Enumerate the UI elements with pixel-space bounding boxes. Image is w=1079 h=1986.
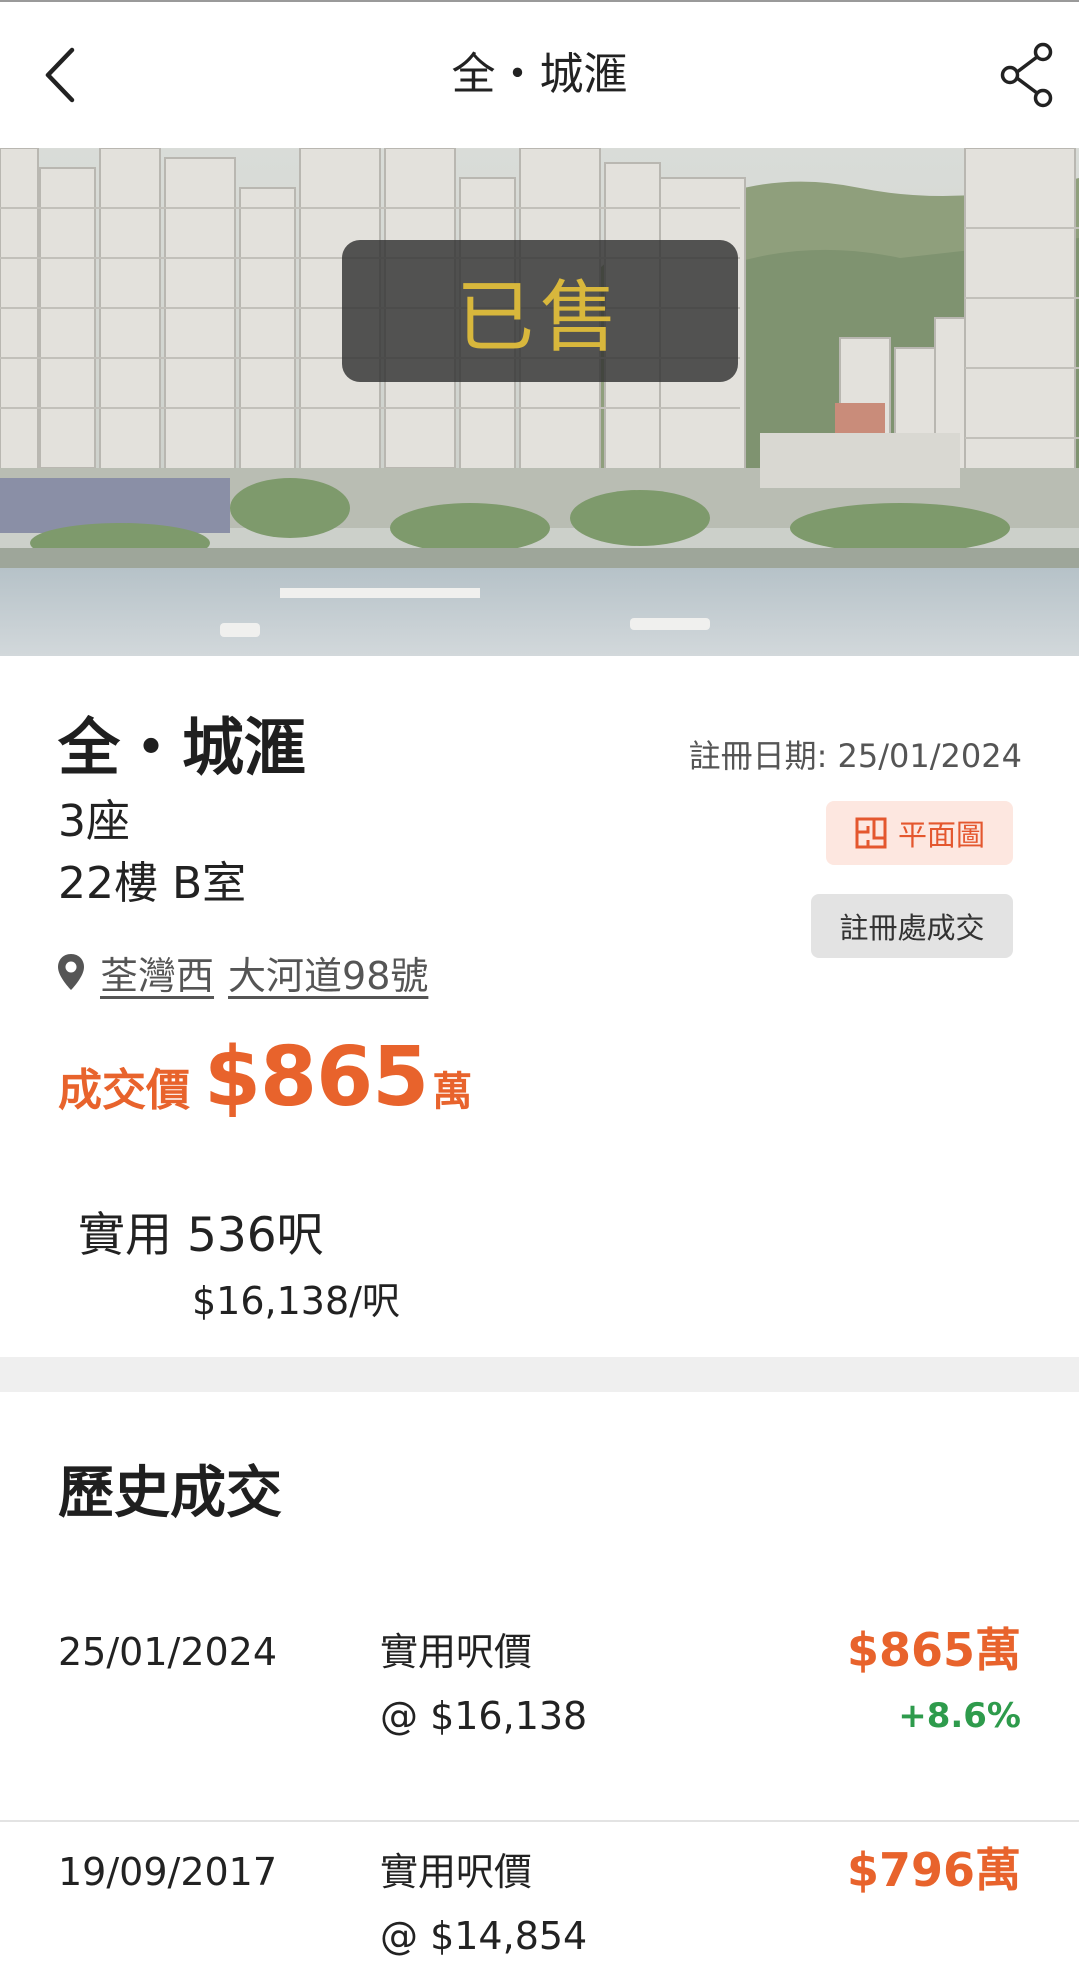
floorplan-icon [855,817,887,849]
skyline-image [0,148,1079,656]
floorplan-button[interactable]: 平面圖 [826,801,1013,865]
share-button[interactable] [992,38,1062,112]
price-label: 成交價 [58,1065,190,1116]
price-unit: 萬 [432,1069,473,1115]
history-row[interactable]: 25/01/2024 實用呎價 @ $16,138 $865萬 +8.6% [0,1604,1079,1822]
history-date: 25/01/2024 [58,1630,278,1674]
history-title: 歷史成交 [58,1461,282,1526]
saleable-area: 實用 536呎 [78,1208,324,1263]
history-psf-value: @ $16,138 [380,1694,588,1738]
property-name: 全・城滙 [58,711,307,784]
history-change: +8.6% [898,1696,1021,1736]
map-pin-icon [58,954,84,990]
floorplan-label: 平面圖 [897,818,985,852]
price-value: $865 [204,1030,429,1125]
transaction-price: 成交價 $865 萬 [58,1030,472,1126]
history-price: $796萬 [846,1843,1021,1897]
price-per-sqft: $16,138/呎 [192,1279,400,1323]
registration-date: 註冊日期: 25/01/2024 [688,737,1022,775]
property-photo: 已售 [0,148,1079,656]
registry-transaction-button[interactable]: 註冊處成交 [811,894,1013,958]
history-price: $865萬 [846,1623,1021,1677]
history-psf-label: 實用呎價 [380,1850,533,1894]
app-header: 全・城滙 [0,2,1079,148]
address-link[interactable]: 大河道98號 [228,945,428,1000]
location-row: 荃灣西 大河道98號 [56,944,428,1000]
history-psf-value: @ $14,854 [380,1914,588,1958]
property-unit: 22樓 B室 [58,858,247,909]
history-date: 19/09/2017 [58,1850,278,1894]
section-divider [0,1357,1079,1392]
property-block: 3座 [58,796,130,847]
district-link[interactable]: 荃灣西 [100,945,214,1000]
sold-status-badge: 已售 [342,240,738,382]
share-icon [1000,42,1053,108]
page-title: 全・城滙 [451,49,628,100]
history-row[interactable]: 19/09/2017 實用呎價 @ $14,854 $796萬 [0,1824,1079,1986]
history-psf-label: 實用呎價 [380,1630,533,1674]
